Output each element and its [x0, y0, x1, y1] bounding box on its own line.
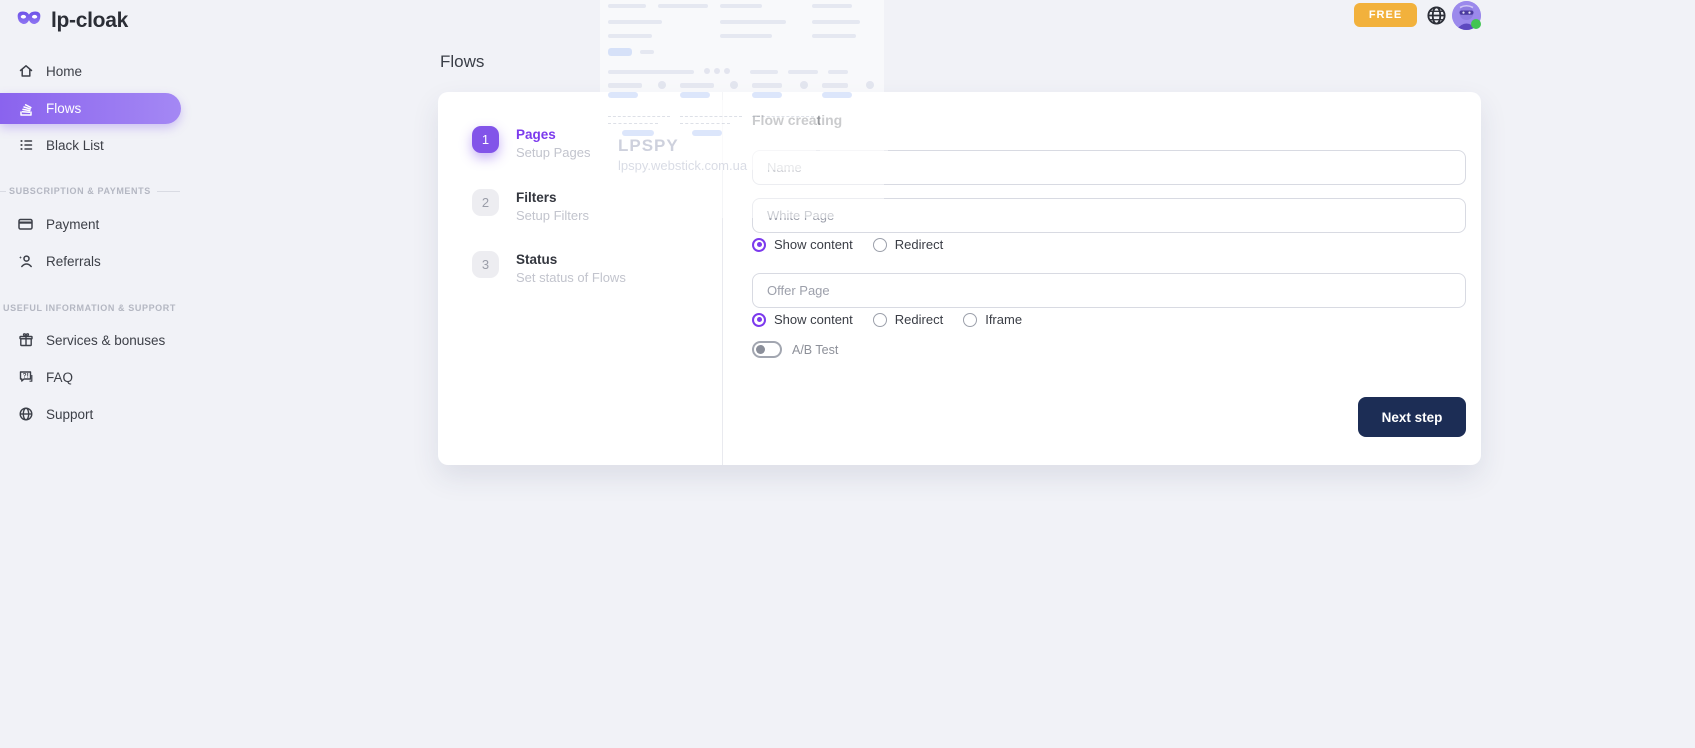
ab-test-toggle-row[interactable]: A/B Test	[752, 341, 838, 358]
sidebar-item-label: Flows	[46, 101, 81, 116]
step-number-badge: 2	[472, 189, 499, 216]
sidebar-item-label: Support	[46, 407, 93, 422]
step-title: Pages	[516, 126, 590, 142]
sidebar-item-label: Home	[46, 64, 82, 79]
offer-page-option-iframe[interactable]: Iframe	[963, 312, 1022, 327]
sidebar-item-label: Referrals	[46, 254, 101, 269]
form-title: Flow creating	[752, 112, 842, 128]
sidebar-item-label: FAQ	[46, 370, 73, 385]
plan-badge[interactable]: FREE	[1354, 3, 1417, 27]
sidebar-item-support[interactable]: Support	[0, 399, 190, 429]
step-pages[interactable]: 1 Pages Setup Pages	[472, 126, 590, 160]
svg-text:?!: ?!	[22, 373, 28, 380]
sidebar-item-label: Services & bonuses	[46, 333, 165, 348]
next-step-button[interactable]: Next step	[1358, 397, 1466, 437]
radio-label: Show content	[774, 237, 853, 252]
step-subtitle: Setup Filters	[516, 208, 589, 223]
section-label: USEFUL INFORMATION & SUPPORT	[3, 303, 176, 313]
offer-page-input[interactable]	[752, 273, 1466, 308]
gift-icon	[17, 332, 34, 349]
sidebar-item-label: Black List	[46, 138, 104, 153]
sidebar-item-faq[interactable]: ?! FAQ	[0, 362, 190, 392]
flows-icon	[17, 100, 34, 117]
sidebar-item-referrals[interactable]: Referrals	[0, 246, 190, 276]
step-status[interactable]: 3 Status Set status of Flows	[472, 251, 626, 285]
radio-selected-icon	[752, 238, 766, 252]
radio-selected-icon	[752, 313, 766, 327]
white-page-mode-group: Show content Redirect	[752, 237, 943, 252]
ab-test-label: A/B Test	[792, 343, 838, 357]
language-globe-icon[interactable]	[1426, 5, 1447, 26]
sidebar-item-home[interactable]: Home	[0, 56, 190, 86]
step-number-badge: 3	[472, 251, 499, 278]
brand-name: lp-cloak	[51, 9, 128, 33]
name-input[interactable]	[752, 150, 1466, 185]
home-icon	[17, 63, 34, 80]
white-page-option-show-content[interactable]: Show content	[752, 237, 853, 252]
white-page-input[interactable]	[752, 198, 1466, 233]
radio-label: Iframe	[985, 312, 1022, 327]
step-filters[interactable]: 2 Filters Setup Filters	[472, 189, 589, 223]
sidebar-item-label: Payment	[46, 217, 99, 232]
sidebar-section-subscription: SUBSCRIPTION & PAYMENTS	[0, 186, 190, 196]
sidebar-item-flows[interactable]: Flows	[0, 93, 181, 124]
offer-page-mode-group: Show content Redirect Iframe	[752, 312, 1022, 327]
white-page-option-redirect[interactable]: Redirect	[873, 237, 943, 252]
radio-label: Redirect	[895, 237, 943, 252]
step-title: Status	[516, 251, 626, 267]
step-subtitle: Set status of Flows	[516, 270, 626, 285]
sidebar-item-payment[interactable]: Payment	[0, 209, 190, 239]
radio-label: Redirect	[895, 312, 943, 327]
mask-icon	[15, 8, 43, 34]
sidebar-item-black-list[interactable]: Black List	[0, 130, 190, 160]
flow-creating-modal: 1 Pages Setup Pages 2 Filters Setup Filt…	[438, 92, 1481, 465]
page-title: Flows	[440, 52, 484, 72]
modal-divider	[722, 92, 723, 465]
list-icon	[17, 137, 34, 154]
referral-user-icon	[17, 253, 34, 270]
offer-page-option-redirect[interactable]: Redirect	[873, 312, 943, 327]
step-title: Filters	[516, 189, 589, 205]
online-status-dot	[1471, 19, 1481, 29]
radio-icon	[873, 313, 887, 327]
sidebar-item-services[interactable]: Services & bonuses	[0, 325, 190, 355]
radio-icon	[873, 238, 887, 252]
credit-card-icon	[17, 216, 34, 233]
sidebar-section-support: USEFUL INFORMATION & SUPPORT	[0, 303, 190, 313]
step-subtitle: Setup Pages	[516, 145, 590, 160]
radio-label: Show content	[774, 312, 853, 327]
step-number-badge: 1	[472, 126, 499, 153]
brand-logo[interactable]: lp-cloak	[15, 8, 128, 34]
globe-icon	[17, 406, 34, 423]
radio-icon	[963, 313, 977, 327]
offer-page-option-show-content[interactable]: Show content	[752, 312, 853, 327]
section-label: SUBSCRIPTION & PAYMENTS	[9, 186, 151, 196]
faq-bubble-icon: ?!	[17, 369, 34, 386]
ab-test-toggle[interactable]	[752, 341, 782, 358]
sidebar: lp-cloak Home Flows Black List	[0, 0, 200, 748]
toggle-knob	[756, 345, 765, 354]
